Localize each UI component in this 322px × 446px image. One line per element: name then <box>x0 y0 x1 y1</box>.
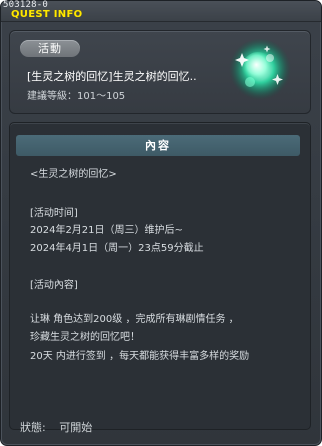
content-line: 2024年4月1日（周一）23点59分截止 <box>30 243 204 254</box>
quest-level: 建議等級：101～105 <box>27 91 126 102</box>
content-line: 珍藏生灵之树的回忆吧！ <box>30 332 140 343</box>
status-value: 可開始 <box>59 421 93 434</box>
quest-name: [生灵之树的回忆]生灵之树的回忆.. <box>27 70 197 83</box>
status-label: 狀態: <box>20 421 46 434</box>
content-line: [活动时间] <box>30 208 78 219</box>
content-line: 让琳 角色达到200级 ，完成所有琳剧情任务 ， <box>30 314 239 325</box>
category-badge: 活動 <box>20 40 80 57</box>
content-header: 內容 <box>16 135 300 156</box>
window-title: QUEST INFO <box>11 9 83 20</box>
content-line: [活动內容] <box>30 280 78 291</box>
status-bar: 狀態: 可開始 <box>20 421 92 435</box>
content-line: 20天 内进行签到 ，每天都能获得丰富多样的奖励 <box>30 351 250 362</box>
glowing-orb-icon <box>229 39 291 101</box>
content-line: 2024年2月21日（周三）维护后~ <box>30 225 183 236</box>
content-line: <生灵之树的回忆> <box>30 169 117 180</box>
